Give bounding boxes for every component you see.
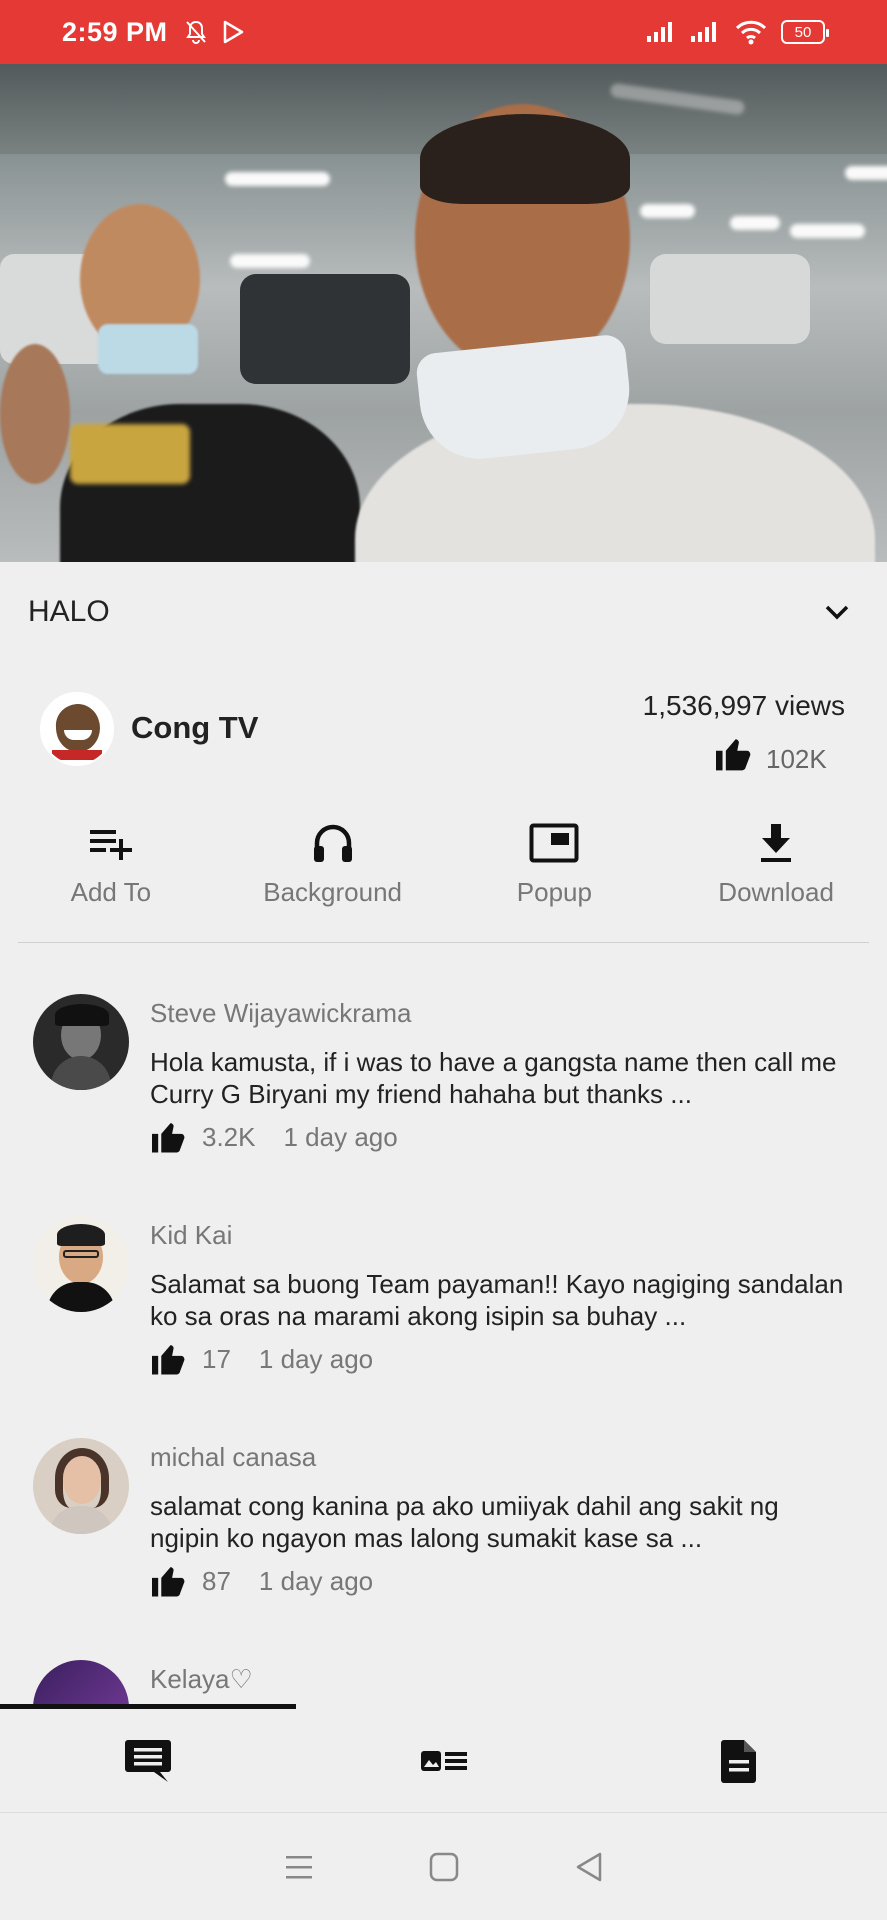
- comment-age: 1 day ago: [258, 1565, 374, 1596]
- status-time: 2:59 PM: [62, 16, 168, 47]
- thumbs-up-icon: [152, 1567, 185, 1597]
- video-player[interactable]: [0, 64, 887, 562]
- comment-like-count: 17: [202, 1343, 231, 1374]
- tab-related[interactable]: [296, 1709, 592, 1812]
- status-bar: 2:59 PM 50: [0, 0, 887, 64]
- bottom-tab-bar: [0, 1709, 887, 1813]
- comment-icon: [124, 1739, 171, 1782]
- channel-avatar[interactable]: [40, 692, 114, 766]
- comment-avatar[interactable]: [33, 1216, 129, 1312]
- comment-item: Kelaya♡: [0, 1626, 887, 1707]
- comment-text: Hola kamusta, if i was to have a gangsta…: [150, 1047, 837, 1109]
- back-icon[interactable]: [574, 1851, 604, 1883]
- home-icon[interactable]: [429, 1852, 459, 1882]
- video-title-row: HALO: [0, 562, 887, 662]
- comment-avatar[interactable]: [33, 994, 129, 1090]
- thumbs-up-icon: [716, 739, 751, 771]
- comment-avatar[interactable]: [33, 1660, 129, 1707]
- comment-meta: 87 1 day ago: [150, 1564, 373, 1598]
- background-button[interactable]: Background: [222, 815, 444, 935]
- download-label: Download: [718, 877, 834, 907]
- wifi-icon: [735, 20, 767, 45]
- channel-name[interactable]: Cong TV: [131, 710, 258, 746]
- action-bar: Add To Background Popup Download: [0, 815, 887, 935]
- comment-item: Kid Kai Salamat sa buong Team payaman!! …: [0, 1182, 887, 1404]
- popup-label: Popup: [516, 877, 592, 907]
- comment-text: Salamat sa buong Team payaman!! Kayo nag…: [150, 1269, 844, 1331]
- comment-like-count: 3.2K: [202, 1121, 256, 1152]
- comments-list[interactable]: Steve Wijayawickrama Hola kamusta, if i …: [0, 960, 887, 1707]
- playlist-add-icon: [89, 830, 132, 860]
- comment-age: 1 day ago: [283, 1121, 398, 1152]
- comment-author[interactable]: Kelaya♡: [150, 1664, 253, 1695]
- divider: [18, 942, 869, 943]
- download-button[interactable]: Download: [665, 815, 887, 935]
- tab-comments[interactable]: [0, 1709, 296, 1812]
- thumbs-up-icon: [152, 1345, 185, 1375]
- comment-meta: 17 1 day ago: [150, 1342, 373, 1376]
- battery-indicator: 50: [781, 20, 829, 44]
- channel-row: Cong TV 1,536,997 views 102K: [0, 670, 887, 790]
- signal-icon: [647, 22, 672, 42]
- popup-button[interactable]: Popup: [444, 815, 666, 935]
- like-count: 102K: [714, 736, 827, 774]
- notifications-muted-icon: [185, 20, 206, 44]
- download-icon: [761, 824, 792, 862]
- like-count-value: 102K: [766, 744, 827, 774]
- comment-author[interactable]: michal canasa: [150, 1442, 316, 1473]
- play-store-icon: [223, 20, 243, 44]
- add-to-button[interactable]: Add To: [0, 815, 222, 935]
- comment-item: michal canasa salamat cong kanina pa ako…: [0, 1404, 887, 1626]
- video-title: HALO: [28, 595, 110, 628]
- comment-like-count: 87: [202, 1565, 231, 1596]
- expand-details-button[interactable]: [815, 590, 859, 634]
- comment-age: 1 day ago: [258, 1343, 374, 1374]
- related-videos-icon: [420, 1750, 467, 1771]
- background-label: Background: [263, 877, 402, 907]
- signal-icon-2: [691, 22, 716, 42]
- tab-description[interactable]: [591, 1709, 887, 1812]
- headphones-icon: [313, 824, 352, 862]
- add-to-label: Add To: [70, 877, 152, 907]
- comment-author[interactable]: Kid Kai: [150, 1220, 232, 1251]
- view-count: 1,536,997 views: [642, 690, 845, 721]
- comment-item: Steve Wijayawickrama Hola kamusta, if i …: [0, 960, 887, 1182]
- system-navigation-bar: [0, 1814, 887, 1920]
- picture-in-picture-icon: [529, 823, 579, 863]
- comment-avatar[interactable]: [33, 1438, 129, 1534]
- comment-text: salamat cong kanina pa ako umiiyak dahil…: [150, 1491, 779, 1553]
- thumbs-up-icon: [152, 1123, 185, 1153]
- menu-icon[interactable]: [284, 1853, 314, 1881]
- comment-meta: 3.2K 1 day ago: [150, 1120, 398, 1154]
- description-icon: [721, 1739, 757, 1783]
- comment-author[interactable]: Steve Wijayawickrama: [150, 998, 412, 1029]
- chevron-down-icon: [825, 605, 849, 620]
